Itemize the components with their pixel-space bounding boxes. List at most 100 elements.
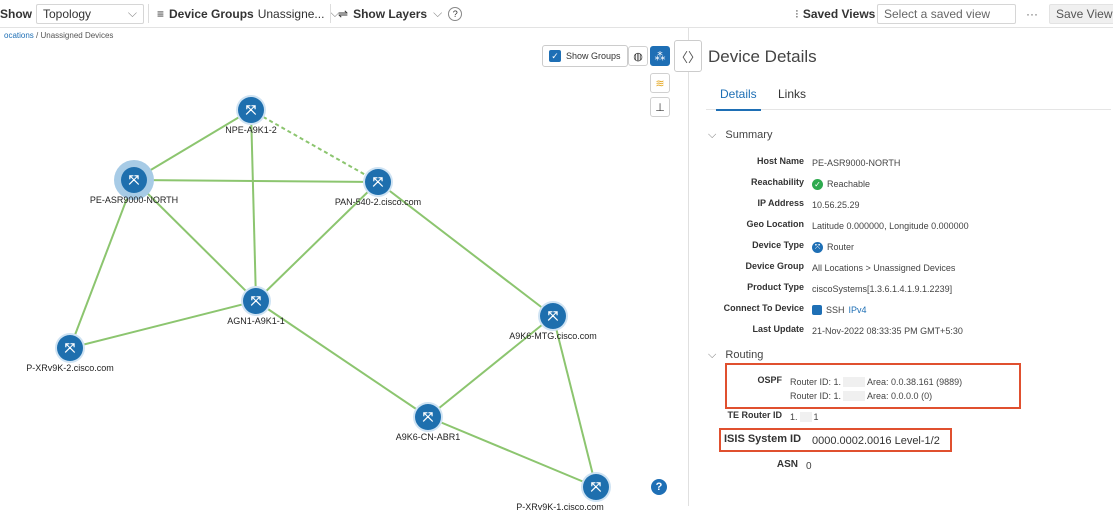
topology-link[interactable] bbox=[250, 109, 379, 183]
topology-link[interactable] bbox=[427, 416, 597, 488]
summary-row: Device Type ⤧ Router bbox=[702, 240, 854, 254]
router-node-label: P-XRv9K-2.cisco.com bbox=[26, 363, 114, 373]
panel-divider bbox=[688, 28, 689, 506]
router-node-label: AGN1-A9K1-1 bbox=[227, 316, 285, 326]
tab-links[interactable]: Links bbox=[778, 87, 806, 109]
more-options-button[interactable]: ··· bbox=[1026, 0, 1038, 27]
router-node-label: A9K6-MTG.cisco.com bbox=[509, 331, 597, 341]
router-node-label: PAN-540-2.cisco.com bbox=[334, 197, 422, 207]
summary-value-group: 21-Nov-2022 08:33:35 PM GMT+5:30 bbox=[812, 324, 963, 338]
hierarchy-icon[interactable]: ⊥ bbox=[650, 97, 670, 117]
topology-links bbox=[69, 109, 597, 488]
saved-view-placeholder: Select a saved view bbox=[884, 6, 991, 21]
router-node-label: NPE-A9K1-2 bbox=[225, 125, 277, 135]
router-node-icon[interactable]: ⤧ bbox=[238, 97, 264, 123]
redacted-block bbox=[843, 377, 866, 387]
layers-icon: ⇌ bbox=[338, 6, 349, 21]
topology-link[interactable] bbox=[552, 315, 597, 488]
checkbox-checked-icon: ✓ bbox=[549, 50, 561, 62]
asn-key: ASN bbox=[776, 459, 798, 470]
summary-section-toggle[interactable]: ⌵ Summary bbox=[708, 129, 772, 142]
ospf-area-1: Area: 0.0.38.161 (9889) bbox=[867, 377, 963, 387]
summary-key: Device Group bbox=[745, 261, 804, 271]
router-node-icon[interactable]: ⤧ bbox=[365, 169, 391, 195]
router-icon: ⤧ bbox=[812, 241, 823, 253]
summary-value: 21-Nov-2022 08:33:35 PM GMT+5:30 bbox=[812, 326, 963, 336]
router-node-label: A9K6-CN-ABR1 bbox=[395, 432, 461, 442]
ospf-row: OSPF Router ID: 1. Area: 0.0.38.161 (9889… bbox=[702, 375, 962, 389]
summary-key: Connect To Device bbox=[723, 303, 804, 313]
show-layers-dropdown[interactable]: ⇌ Show Layers ⌵ ? bbox=[338, 0, 463, 27]
summary-row: Device Group All Locations > Unassigned D… bbox=[702, 261, 955, 275]
summary-value-group: 10.56.25.29 bbox=[812, 198, 860, 212]
ipv4-link[interactable]: IPv4 bbox=[849, 305, 867, 315]
summary-value[interactable]: SSH bbox=[826, 305, 845, 315]
show-label: Show bbox=[0, 6, 32, 21]
te-router-key: TE Router ID bbox=[727, 410, 782, 420]
topology-link[interactable] bbox=[250, 109, 257, 302]
ospf-router-id-1: Router ID: 1. bbox=[790, 377, 842, 387]
summary-key: Geo Location bbox=[746, 219, 804, 229]
routing-section-toggle[interactable]: ⌵ Routing bbox=[708, 349, 763, 362]
router-node-icon[interactable]: ⤧ bbox=[583, 474, 609, 500]
router-node-icon[interactable]: ⤧ bbox=[121, 167, 147, 193]
topology-link[interactable] bbox=[69, 179, 135, 349]
show-layers-label: Show Layers bbox=[353, 6, 428, 21]
help-icon[interactable]: ? bbox=[651, 479, 667, 495]
save-view-button[interactable]: Save View bbox=[1049, 3, 1113, 24]
chevron-down-icon: ⌵ bbox=[127, 6, 137, 20]
panel-title: Device Details bbox=[708, 47, 817, 66]
topology-link[interactable] bbox=[133, 179, 379, 183]
router-node-icon[interactable]: ⤧ bbox=[415, 404, 441, 430]
summary-key: Host Name bbox=[756, 156, 804, 166]
summary-value-group: ✓ Reachable bbox=[812, 177, 870, 191]
terminal-icon bbox=[812, 305, 822, 315]
chevron-left-right-icon: 〈〉 bbox=[675, 49, 702, 65]
topology-link[interactable] bbox=[133, 109, 252, 181]
summary-row: Last Update 21-Nov-2022 08:33:35 PM GMT+5… bbox=[702, 324, 963, 338]
show-value: Topology bbox=[43, 6, 92, 21]
globe-icon[interactable]: ◍ bbox=[628, 46, 648, 66]
summary-value-group: ciscoSystems[1.3.6.1.4.1.9.1.2239] bbox=[812, 282, 952, 296]
summary-value: Latitude 0.000000, Longitude 0.000000 bbox=[812, 221, 969, 231]
topology-icon[interactable]: ⁂ bbox=[650, 46, 670, 66]
summary-value: 10.56.25.29 bbox=[812, 200, 860, 210]
summary-value: Reachable bbox=[827, 179, 871, 189]
summary-key: Last Update bbox=[752, 324, 804, 334]
breadcrumb-parent-link[interactable]: ocations bbox=[4, 31, 34, 40]
router-node-icon[interactable]: ⤧ bbox=[243, 288, 269, 314]
te-router-suffix: 1 bbox=[813, 412, 819, 422]
show-groups-toggle[interactable]: ✓ Show Groups bbox=[542, 45, 628, 67]
router-node-icon[interactable]: ⤧ bbox=[57, 335, 83, 361]
list-icon: ≡ bbox=[157, 6, 165, 21]
help-icon[interactable]: ? bbox=[448, 6, 463, 21]
saved-views-label-group: ⁝ Saved Views bbox=[795, 0, 875, 27]
collapse-panel-button[interactable]: 〈〉 bbox=[674, 40, 702, 72]
layers-stack-icon[interactable]: ≋ bbox=[650, 73, 670, 93]
asn-row: ASN 0 bbox=[702, 459, 812, 473]
ospf-key: OSPF bbox=[757, 375, 782, 385]
saved-view-select[interactable]: Select a saved view bbox=[877, 3, 1016, 24]
ospf-area-2: Area: 0.0.0.0 (0) bbox=[867, 391, 933, 401]
device-details-panel: Device Details Details Links ⌵ Summary H… bbox=[702, 28, 1113, 506]
summary-value-group: SSH IPv4 bbox=[812, 303, 867, 317]
chevron-down-icon: ⌵ bbox=[708, 129, 717, 141]
top-toolbar: Show Topology ⌵ ≡ Device Groups Unassign… bbox=[0, 0, 1113, 28]
show-dropdown[interactable]: Topology ⌵ bbox=[36, 3, 144, 24]
isis-value: 0000.0002.0016 Level-1/2 bbox=[812, 435, 940, 447]
summary-row: IP Address 10.56.25.29 bbox=[702, 198, 860, 212]
summary-value-group: Latitude 0.000000, Longitude 0.000000 bbox=[812, 219, 969, 233]
te-router-prefix: 1. bbox=[790, 412, 798, 422]
summary-value-group: PE-ASR9000-NORTH bbox=[812, 156, 900, 170]
device-groups-dropdown[interactable]: ≡ Device Groups Unassigne... ⌵ bbox=[157, 0, 340, 27]
isis-row: ISIS System ID 0000.0002.0016 Level-1/2 bbox=[724, 433, 940, 449]
saved-views-icon: ⁝ bbox=[795, 6, 799, 21]
tab-details[interactable]: Details bbox=[716, 87, 761, 111]
isis-key: ISIS System ID bbox=[724, 433, 802, 445]
te-router-row: TE Router ID 1. 1 bbox=[702, 410, 819, 424]
router-node-icon[interactable]: ⤧ bbox=[540, 303, 566, 329]
breadcrumb-current: Unassigned Devices bbox=[40, 31, 114, 40]
summary-value-group: ⤧ Router bbox=[812, 240, 854, 254]
summary-value-group: All Locations > Unassigned Devices bbox=[812, 261, 955, 275]
summary-key: Device Type bbox=[752, 240, 804, 250]
